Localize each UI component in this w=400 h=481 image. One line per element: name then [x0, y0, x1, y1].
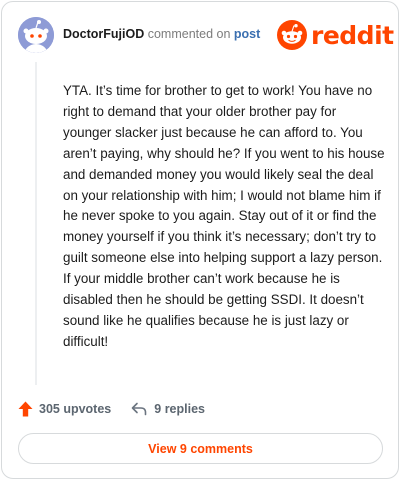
action-text: commented on [147, 27, 231, 41]
upvote-arrow-icon [18, 401, 33, 417]
replies-button[interactable]: 9 replies [131, 402, 205, 416]
upvote-button[interactable]: 305 upvotes [18, 401, 111, 417]
reddit-snoo-icon [277, 20, 307, 50]
reply-arrow-icon [131, 402, 147, 416]
username-link[interactable]: DoctorFujiOD [63, 27, 144, 41]
view-comments-button[interactable]: View 9 comments [18, 433, 383, 464]
comment-header: DoctorFujiOD commented on post [63, 27, 260, 41]
thread-line[interactable] [35, 62, 37, 385]
comment-actions: 305 upvotes 9 replies [18, 398, 205, 420]
post-link[interactable]: post [234, 27, 260, 41]
reply-count: 9 replies [154, 402, 205, 416]
reddit-wordmark: reddit [311, 20, 394, 50]
upvote-count: 305 upvotes [39, 402, 112, 416]
comment-body: YTA. It’s time for brother to get to wor… [63, 83, 385, 349]
user-avatar[interactable] [18, 17, 54, 53]
view-comments-label: View 9 comments [148, 441, 253, 456]
reddit-logo[interactable]: reddit [277, 19, 394, 51]
comment-card: DoctorFujiOD commented on post reddit YT… [1, 1, 399, 479]
snoo-avatar-icon [18, 17, 54, 53]
